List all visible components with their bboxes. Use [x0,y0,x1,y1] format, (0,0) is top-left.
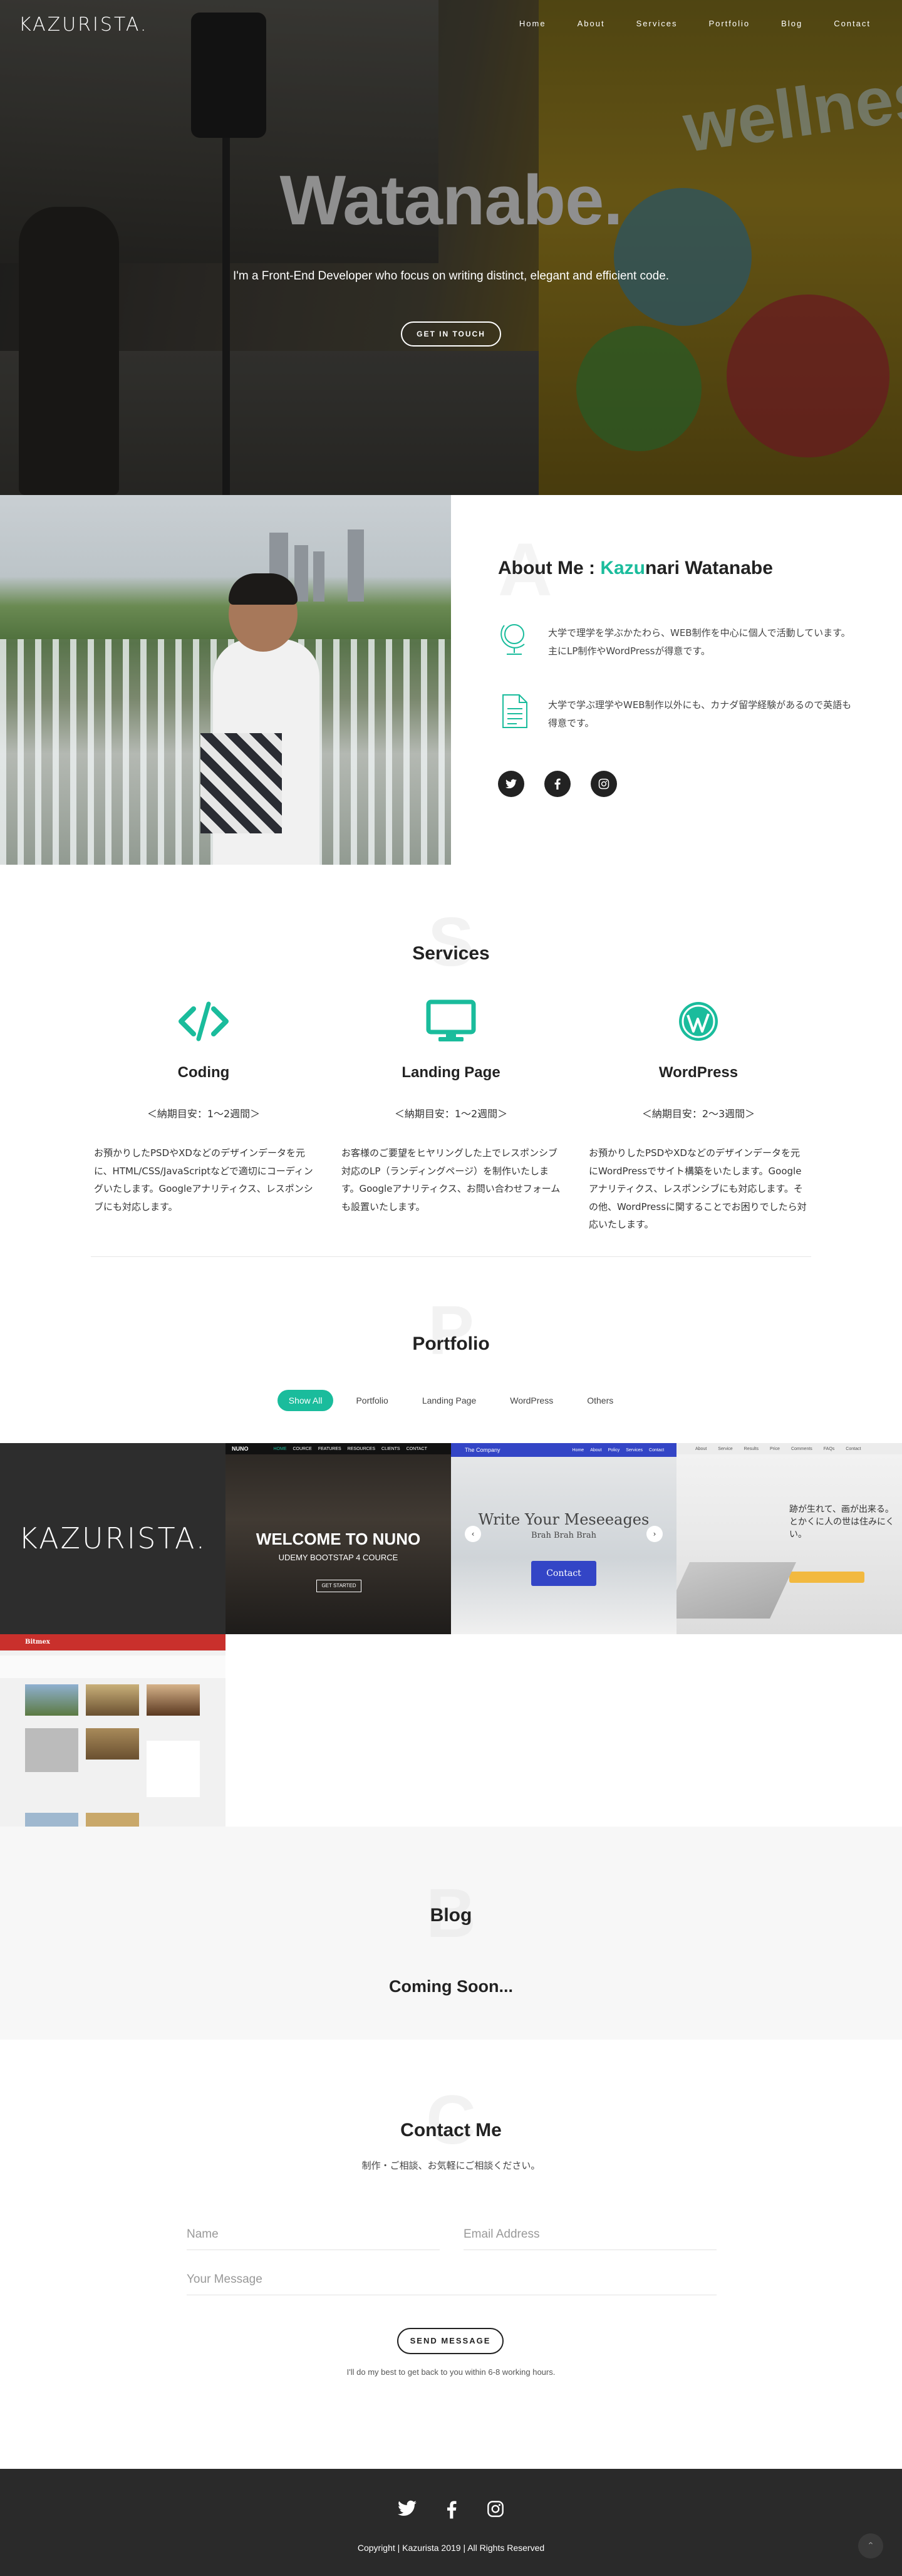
about-photo [0,495,451,865]
portfolio-item[interactable]: NUNO HOME COURCE FEATURES RESOURCES CLIE… [226,1443,451,1634]
service-name: WordPress [658,1064,739,1081]
services-ghost-letter: S [428,904,474,981]
service-term: ＜納期目安：2〜3週間＞ [641,1108,755,1120]
service-name: Landing Page [402,1064,500,1081]
carousel-next[interactable]: › [646,1526,663,1542]
get-in-touch-button[interactable]: GET IN TOUCH [401,321,501,347]
carousel-prev[interactable]: ‹ [465,1526,481,1542]
service-card: WordPress ＜納期目安：2〜3週間＞ お預かりしたPSDやXDなどのデザ… [589,996,808,1234]
monitor-icon [426,999,476,1041]
facebook-icon[interactable] [544,771,571,797]
footer-socials [0,2500,902,2519]
about-item-text: 大学で理学を学ぶかたわら、WEB制作を中心に個人で活動しています。主にLP制作や… [548,627,851,657]
service-card: Landing Page ＜納期目安：1〜2週間＞ お客様のご要望をヒヤリングし… [341,996,561,1216]
filter-others[interactable]: Others [576,1390,625,1411]
portfolio-item-title: WELCOME TO NUNO [256,1530,421,1548]
facebook-icon[interactable] [447,2500,457,2519]
about-heading: About Me : Kazunari Watanabe [498,558,773,578]
nav-blog[interactable]: Blog [781,19,802,28]
blog-status: Coming Soon... [389,1977,513,1996]
portfolio-item[interactable]: KAZURISTA. [0,1443,226,1634]
portfolio-ghost-letter: P [428,1292,474,1369]
instagram-icon[interactable] [487,2500,504,2518]
portfolio-item[interactable]: About Service Results Price Comments FAQ… [676,1443,902,1634]
filter-landing-page[interactable]: Landing Page [411,1390,487,1411]
section-divider [91,1256,811,1257]
email-field[interactable]: Email Address [464,2221,717,2250]
nav-about[interactable]: About [578,19,605,28]
instagram-icon[interactable] [591,771,617,797]
wordpress-icon [679,1002,718,1041]
service-term: ＜納期目安：1〜2週間＞ [394,1108,508,1120]
company-brand: The Company [465,1447,500,1453]
twitter-icon[interactable] [398,2500,417,2516]
name-field[interactable]: Name [187,2221,440,2250]
about-heading-accent: Kazu [600,558,645,578]
twitter-icon[interactable] [498,771,524,797]
portfolio-item-title: KAZURISTA. [18,1521,207,1555]
chevron-up-icon: ⌃ [867,2541,874,2551]
about-socials [498,771,617,797]
message-field[interactable]: Your Message [187,2266,717,2295]
service-card: Coding ＜納期目安：1〜2週間＞ お預かりしたPSDやXDなどのデザインデ… [94,996,313,1216]
about-item: 大学で理学を学ぶかたわら、WEB制作を中心に個人で活動しています。主にLP制作や… [498,620,855,660]
about-section: A About Me : Kazunari Watanabe 大学で理学を学ぶか… [451,495,902,865]
site-logo[interactable]: KAZURISTA. [19,14,148,36]
copyright: Copyright | Kazurista 2019 | All Rights … [357,2543,545,2553]
portfolio-item[interactable]: The Company Home About Policy Services C… [451,1443,676,1634]
blog-title: Blog [430,1905,472,1926]
nav-home[interactable]: Home [519,19,546,28]
blog-section: B Blog Coming Soon... [0,1827,902,2040]
nuno-brand: NUNO [232,1446,249,1452]
globe-icon [500,624,525,655]
services-title: Services [412,943,490,964]
footer: Copyright | Kazurista 2019 | All Rights … [0,2469,902,2576]
portfolio-item[interactable]: Bitmex [0,1634,226,1828]
service-name: Coding [177,1064,230,1081]
contact-title: Contact Me [400,2120,502,2141]
service-term: ＜納期目安：1〜2週間＞ [147,1108,261,1120]
filter-portfolio[interactable]: Portfolio [345,1390,399,1411]
nav-services[interactable]: Services [636,19,678,28]
nav-portfolio[interactable]: Portfolio [708,19,750,28]
filter-show-all[interactable]: Show All [277,1390,334,1411]
main-menu: Home About Services Portfolio Blog Conta… [519,19,871,28]
send-message-button[interactable]: SEND MESSAGE [397,2328,504,2354]
portfolio-title: Portfolio [412,1333,490,1354]
portfolio-filters: Show All Portfolio Landing Page WordPres… [0,1390,902,1411]
top-nav: KAZURISTA. Home About Services Portfolio… [0,0,902,50]
nav-contact[interactable]: Contact [834,19,871,28]
about-item-text: 大学で学ぶ理学やWEB制作以外にも、カナダ留学経験があるので英語も得意です。 [548,699,852,729]
hero-title: Watanabe. [279,161,623,239]
hero-section: wellness Watanabe. I'm a Front-End Devel… [0,0,902,495]
portfolio-item-title: 跡が生れて、画が出来る。 [789,1504,894,1515]
filter-wordpress[interactable]: WordPress [499,1390,564,1411]
service-desc: お預かりしたPSDやXDなどのデザインデータを元にWordPressでサイト構築… [589,1147,807,1230]
portfolio-item-title: Bitmex [25,1639,50,1645]
code-icon [179,1001,229,1041]
hero-subtitle: I'm a Front-End Developer who focus on w… [232,269,670,283]
contact-intro: 制作・ご相談、お気軽にご相談ください。 [361,2160,541,2171]
document-icon [502,694,527,728]
contact-note: I'll do my best to get back to you withi… [346,2367,556,2377]
service-desc: お客様のご要望をヒヤリングした上でレスポンシブ対応のLP（ランディングページ）を… [341,1147,561,1212]
portfolio-item-title: Write Your Meseeages [478,1511,650,1528]
service-desc: お預かりしたPSDやXDなどのデザインデータを元に、HTML/CSS/JavaS… [94,1147,313,1212]
about-item: 大学で学ぶ理学やWEB制作以外にも、カナダ留学経験があるので英語も得意です。 [498,692,855,732]
back-to-top-button[interactable]: ⌃ [858,2533,883,2558]
